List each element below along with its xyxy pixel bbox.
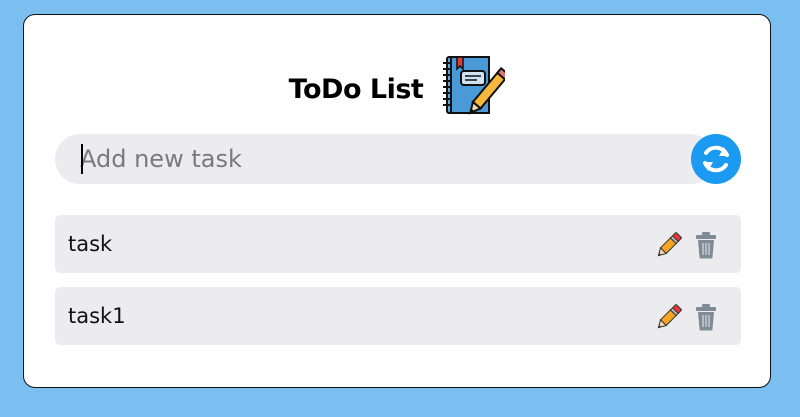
trash-icon[interactable] bbox=[695, 303, 717, 331]
notebook-pencil-icon bbox=[443, 56, 506, 115]
todo-card: ToDo List Add new task task task1 bbox=[23, 14, 771, 388]
add-task-row bbox=[55, 134, 743, 184]
task-text: task1 bbox=[68, 304, 126, 328]
task-text: task bbox=[68, 232, 113, 256]
text-caret bbox=[81, 144, 83, 174]
pencil-icon[interactable] bbox=[655, 231, 683, 259]
task-item: task bbox=[55, 215, 741, 273]
page-title: ToDo List bbox=[288, 73, 424, 105]
add-task-input[interactable] bbox=[55, 134, 715, 184]
header: ToDo List bbox=[24, 56, 770, 121]
trash-icon[interactable] bbox=[695, 231, 717, 259]
refresh-button[interactable] bbox=[691, 134, 741, 184]
pencil-icon[interactable] bbox=[655, 303, 683, 331]
task-list: task task1 bbox=[55, 215, 741, 359]
refresh-icon bbox=[703, 145, 729, 173]
task-item: task1 bbox=[55, 287, 741, 345]
